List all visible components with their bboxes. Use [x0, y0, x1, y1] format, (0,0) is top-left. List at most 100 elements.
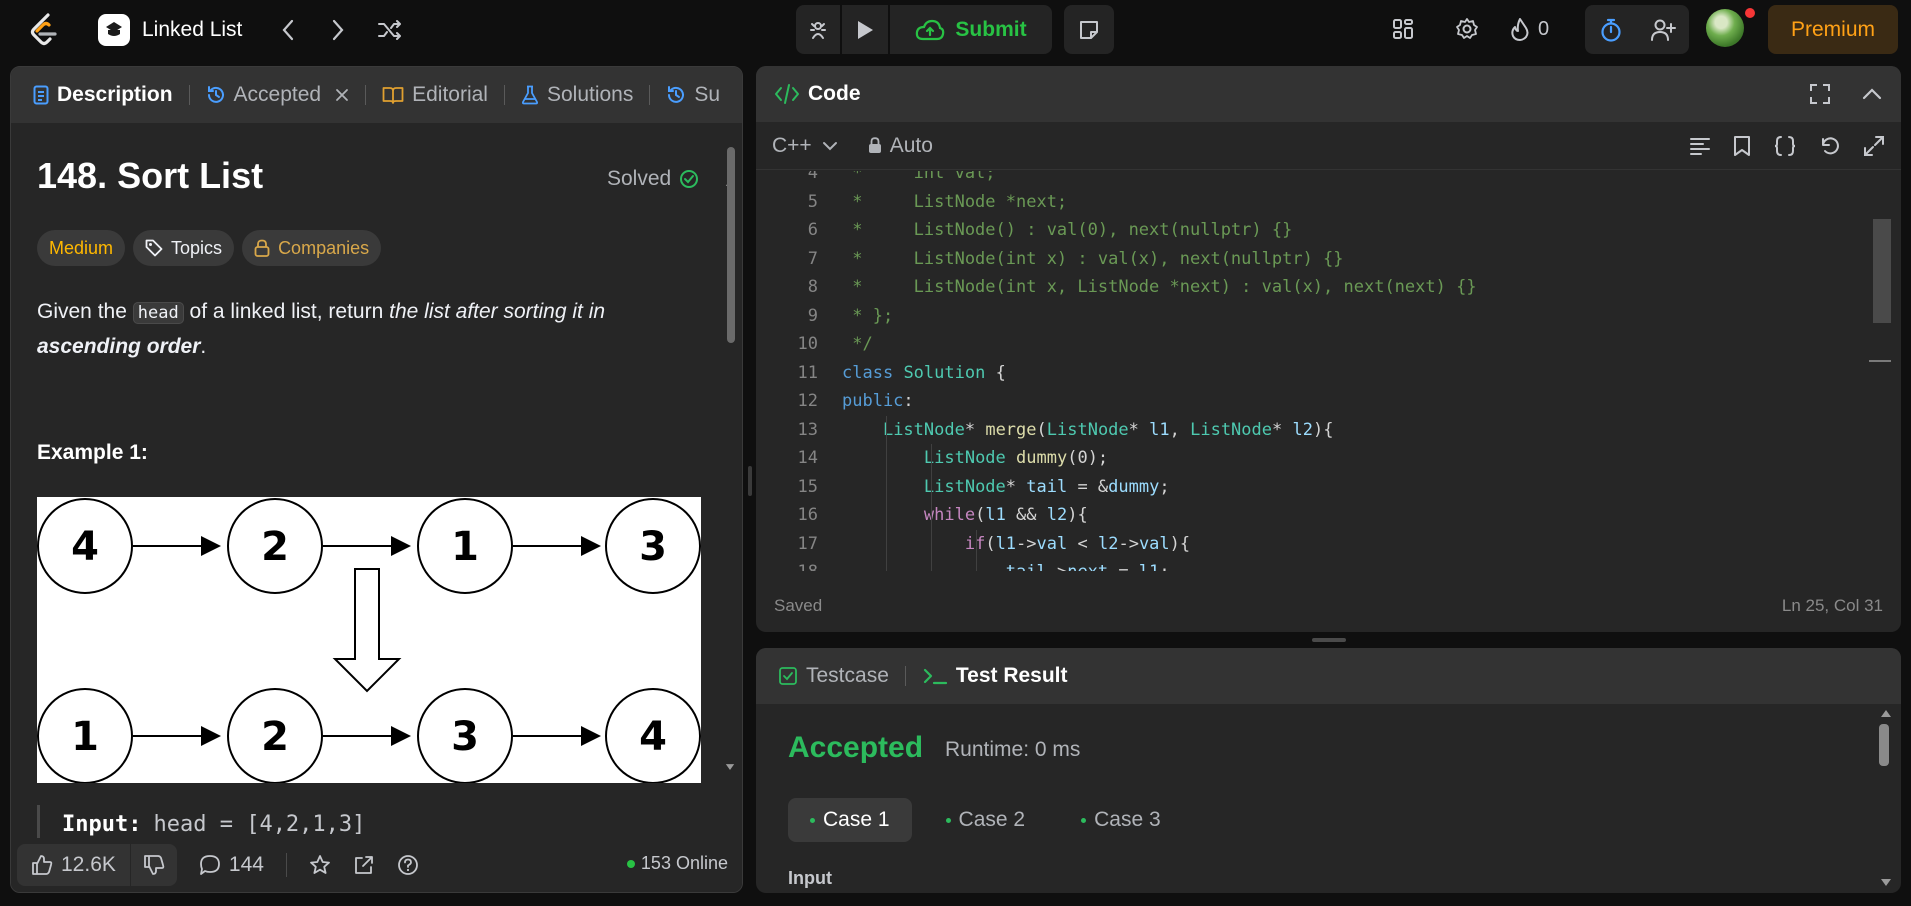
next-problem-button[interactable] — [322, 14, 354, 46]
code-line[interactable]: 13 ListNode* merge(ListNode* l1, ListNod… — [756, 416, 1876, 444]
case-tab-1[interactable]: Case 1 — [788, 798, 912, 842]
tab-divider — [503, 85, 505, 105]
line-number: 11 — [797, 362, 818, 383]
horizontal-resize-handle[interactable] — [1312, 638, 1346, 642]
tab-accepted[interactable]: Accepted — [202, 83, 354, 107]
statement-strong: ascending order — [37, 335, 201, 358]
help-button[interactable] — [397, 854, 419, 876]
problem-tags: Medium Topics Companies — [37, 230, 382, 266]
node-value: 4 — [71, 524, 99, 570]
case-label: Case 2 — [958, 808, 1026, 831]
topics-chip[interactable]: Topics — [133, 230, 235, 266]
problem-list-icon[interactable] — [98, 14, 130, 46]
code-editor[interactable]: 4 * int val; 5 * ListNode *next; 6 * ListN… — [756, 171, 1876, 571]
share-button[interactable] — [353, 854, 375, 876]
code-text: * ListNode(int x) : val(x), next(nullptr… — [842, 248, 1344, 269]
thumbs-up-icon — [32, 855, 53, 875]
layout-button[interactable] — [1386, 12, 1420, 46]
tag-icon — [145, 239, 163, 257]
shuffle-button[interactable] — [374, 14, 406, 46]
result-scroll-thumb[interactable] — [1879, 724, 1889, 766]
problem-title[interactable]: 148. Sort List — [37, 155, 263, 197]
node-value: 2 — [261, 714, 289, 760]
code-line[interactable]: 18 tail->next = l1; — [756, 558, 1876, 571]
like-count: 12.6K — [61, 853, 116, 876]
code-line[interactable]: 10 */ — [756, 330, 1876, 358]
favorite-button[interactable] — [309, 854, 331, 876]
dislike-button[interactable] — [129, 844, 177, 886]
notes-button[interactable] — [1064, 5, 1114, 54]
vertical-resize-handle[interactable] — [748, 466, 752, 496]
code-line[interactable]: 7 * ListNode(int x) : val(x), next(nullp… — [756, 245, 1876, 273]
tab-test-result[interactable]: Test Result — [918, 664, 1072, 688]
code-line[interactable]: 16 while(l1 && l2){ — [756, 501, 1876, 529]
previous-problem-button[interactable] — [272, 14, 304, 46]
tab-solutions[interactable]: Solutions — [517, 83, 637, 107]
close-icon[interactable] — [335, 88, 349, 102]
terminal-icon — [923, 668, 947, 685]
avatar[interactable] — [1706, 9, 1744, 47]
code-line[interactable]: 15 ListNode* tail = &dummy; — [756, 473, 1876, 501]
code-line[interactable]: 9 * }; — [756, 302, 1876, 330]
comment-count: 144 — [228, 853, 264, 876]
streak-counter[interactable]: 0 — [1510, 12, 1549, 46]
run-button[interactable] — [840, 5, 890, 54]
code-line[interactable]: 14 ListNode dummy(0); — [756, 444, 1876, 472]
tab-submissions[interactable]: Su — [662, 83, 724, 107]
like-button[interactable]: 12.6K — [17, 844, 130, 886]
bookmark-icon[interactable] — [1733, 135, 1751, 157]
code-text: public: — [842, 391, 914, 411]
code-line[interactable]: 4 * int val; — [756, 171, 1876, 187]
tab-editorial[interactable]: Editorial — [378, 83, 492, 107]
fullscreen-icon[interactable] — [1863, 135, 1885, 157]
braces-icon[interactable] — [1773, 135, 1797, 157]
settings-button[interactable] — [1450, 12, 1484, 46]
format-icon[interactable] — [1689, 136, 1711, 156]
case-tab-3[interactable]: Case 3 — [1059, 798, 1183, 842]
notification-dot — [1745, 8, 1755, 18]
description-scroll-thumb[interactable] — [727, 147, 735, 343]
code-line[interactable]: 5 * ListNode *next; — [756, 188, 1876, 216]
chevron-down-icon — [822, 141, 837, 150]
code-line[interactable]: 12 public: — [756, 387, 1876, 415]
code-line[interactable]: 6 * ListNode() : val(0), next(nullptr) {… — [756, 216, 1876, 244]
tab-submissions-label: Su — [694, 83, 721, 106]
tab-divider — [904, 666, 906, 686]
code-line[interactable]: 11 class Solution { — [756, 359, 1876, 387]
reset-icon[interactable] — [1819, 135, 1841, 157]
code-scroll-thumb[interactable] — [1873, 219, 1891, 323]
language-select[interactable]: C++ — [772, 134, 838, 158]
difficulty-badge: Medium — [37, 230, 126, 266]
comments-button[interactable]: 144 — [199, 853, 264, 877]
online-dot — [626, 859, 635, 868]
case-tabs: Case 1 Case 2 Case 3 — [788, 798, 1183, 842]
question-icon — [398, 855, 418, 875]
timer-button[interactable] — [1585, 5, 1637, 54]
auto-mode-toggle[interactable]: Auto — [868, 134, 933, 158]
problem-list-title[interactable]: Linked List — [142, 14, 242, 46]
invite-collaborator-button[interactable] — [1637, 5, 1689, 54]
online-label: 153 Online — [640, 853, 728, 873]
tab-testcase[interactable]: Testcase — [774, 664, 893, 688]
editor-toolbar: C++ Auto — [756, 122, 1901, 170]
code-line[interactable]: 17 if(l1->val < l2->val){ — [756, 530, 1876, 558]
companies-label: Companies — [278, 237, 370, 258]
code-line[interactable]: 8 * ListNode(int x, ListNode *next) : va… — [756, 273, 1876, 301]
line-number: 9 — [807, 305, 818, 326]
case-tab-2[interactable]: Case 2 — [924, 798, 1048, 842]
premium-button[interactable]: Premium — [1768, 5, 1898, 54]
case-pass-dot — [1081, 817, 1087, 823]
submit-button[interactable]: Submit — [890, 5, 1052, 54]
indent-guide — [886, 415, 887, 571]
tab-description[interactable]: Description — [29, 83, 177, 107]
save-status: Saved — [774, 596, 823, 615]
flask-icon — [521, 85, 538, 105]
stopwatch-icon — [1601, 18, 1621, 42]
code-text: * }; — [842, 305, 894, 326]
leetcode-logo-icon[interactable] — [26, 12, 62, 48]
chevron-up-icon[interactable] — [1861, 83, 1883, 105]
code-panel: Code C++ Auto 4 * int val; 5 * ListNode *… — [756, 66, 1901, 632]
debug-button[interactable] — [796, 5, 840, 54]
companies-chip[interactable]: Companies — [242, 230, 382, 266]
maximize-icon[interactable] — [1809, 83, 1831, 105]
